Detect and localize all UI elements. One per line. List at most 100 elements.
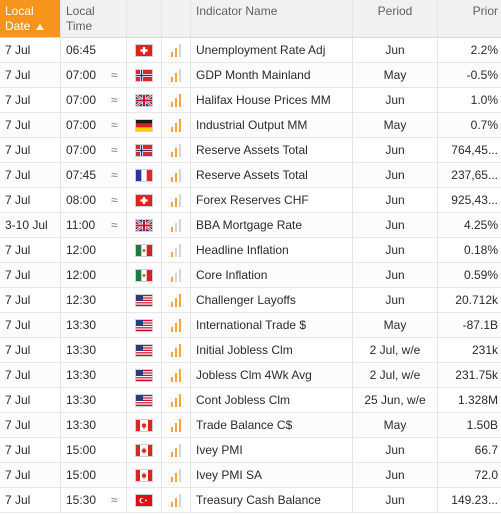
prior-text: 2.2% — [470, 43, 498, 57]
row-time: 13:30 — [61, 388, 127, 412]
table-row[interactable]: 3-10 Jul 11:00 ≈ BBA Mortgage Rate Jun 4.25% — [0, 213, 501, 238]
importance-bars-icon — [171, 68, 181, 82]
sort-local-time-header[interactable]: Local Time — [61, 0, 127, 37]
importance-bar — [175, 348, 177, 357]
table-row[interactable]: 7 Jul 13:30 International Trade $ May -87.1B — [0, 313, 501, 338]
indicator-name-text: Industrial Output MM — [196, 118, 308, 132]
importance-bar — [179, 369, 181, 382]
time-text: 07:00 — [66, 118, 97, 132]
date-text: 7 Jul — [5, 393, 31, 407]
table-row[interactable]: 7 Jul 07:00 ≈ GDP Month Mainland May -0.5% — [0, 63, 501, 88]
date-text: 3-10 Jul — [5, 218, 48, 232]
indicator-name[interactable]: Headline Inflation — [191, 238, 353, 262]
row-prior: 72.0 — [438, 463, 501, 487]
table-row[interactable]: 7 Jul 15:00 Ivey PMI Jun 66.7 — [0, 438, 501, 463]
indicator-name[interactable]: Ivey PMI SA — [191, 463, 353, 487]
importance-bars-icon — [171, 318, 181, 332]
table-row[interactable]: 7 Jul 07:00 ≈ Halifax House Prices MM Jun 1.0… — [0, 88, 501, 113]
table-row[interactable]: 7 Jul 13:30 Jobless Clm 4Wk Avg 2 Jul, w/e 2… — [0, 363, 501, 388]
table-row[interactable]: 7 Jul 15:30 ≈ Treasury Cash Balance Jun 149.2… — [0, 488, 501, 513]
table-body: 7 Jul 06:45 Unemployment Rate Adj Jun 2.2% 7 … — [0, 38, 501, 513]
importance-bar — [171, 77, 173, 82]
indicator-name[interactable]: Challenger Layoffs — [191, 288, 353, 312]
row-period: Jun — [353, 463, 438, 487]
sort-prior-header[interactable]: Prior — [438, 0, 501, 37]
row-country — [127, 263, 162, 287]
importance-bar — [179, 144, 181, 157]
header-name: Indicator Name — [196, 4, 278, 18]
prior-text: 0.18% — [463, 243, 498, 257]
indicator-name[interactable]: Core Inflation — [191, 263, 353, 287]
approx-time-icon: ≈ — [111, 168, 118, 182]
indicator-name[interactable]: BBA Mortgage Rate — [191, 213, 353, 237]
table-row[interactable]: 7 Jul 13:30 Cont Jobless Clm 25 Jun, w/e 1.3… — [0, 388, 501, 413]
row-date: 7 Jul — [0, 388, 61, 412]
indicator-name[interactable]: Unemployment Rate Adj — [191, 38, 353, 62]
economic-calendar-table: Local Date Local Time Indicator Name Per… — [0, 0, 501, 513]
row-date: 7 Jul — [0, 188, 61, 212]
canada-flag-icon — [135, 468, 153, 482]
importance-bar — [179, 394, 181, 407]
table-row[interactable]: 7 Jul 07:45 ≈ Reserve Assets Total Jun 237,65… — [0, 163, 501, 188]
table-row[interactable]: 7 Jul 08:00 ≈ Forex Reserves CHF Jun 925,43..… — [0, 188, 501, 213]
indicator-name-text: Headline Inflation — [196, 243, 289, 257]
table-row[interactable]: 7 Jul 13:30 Initial Jobless Clm 2 Jul, w/e 2… — [0, 338, 501, 363]
table-row[interactable]: 7 Jul 07:00 ≈ Reserve Assets Total Jun 764,45… — [0, 138, 501, 163]
importance-bar — [171, 52, 173, 57]
indicator-name[interactable]: Trade Balance C$ — [191, 413, 353, 437]
indicator-name[interactable]: Cont Jobless Clm — [191, 388, 353, 412]
row-country — [127, 113, 162, 137]
table-row[interactable]: 7 Jul 07:00 ≈ Industrial Output MM May 0.7% — [0, 113, 501, 138]
period-text: Jun — [385, 293, 405, 307]
importance-bar — [179, 219, 181, 232]
time-text: 12:00 — [66, 243, 97, 257]
indicator-name[interactable]: Ivey PMI — [191, 438, 353, 462]
prior-text: -87.1B — [462, 318, 498, 332]
row-date: 7 Jul — [0, 338, 61, 362]
date-text: 7 Jul — [5, 268, 31, 282]
row-importance — [162, 263, 191, 287]
importance-bar — [171, 427, 173, 432]
approx-time-icon: ≈ — [111, 218, 118, 232]
importance-bar — [175, 323, 177, 332]
row-period: Jun — [353, 488, 438, 512]
period-text: Jun — [385, 218, 405, 232]
sort-local-date-header[interactable]: Local Date — [0, 0, 61, 37]
sort-period-header[interactable]: Period — [353, 0, 438, 37]
row-time: 07:45 ≈ — [61, 163, 127, 187]
indicator-name[interactable]: Forex Reserves CHF — [191, 188, 353, 212]
table-row[interactable]: 7 Jul 12:00 Headline Inflation Jun 0.18% — [0, 238, 501, 263]
indicator-name[interactable]: Halifax House Prices MM — [191, 88, 353, 112]
table-row[interactable]: 7 Jul 13:30 Trade Balance C$ May 1.50B — [0, 413, 501, 438]
indicator-name[interactable]: Reserve Assets Total — [191, 163, 353, 187]
importance-bar — [179, 44, 181, 57]
indicator-name[interactable]: Initial Jobless Clm — [191, 338, 353, 362]
row-prior: -0.5% — [438, 63, 501, 87]
indicator-name[interactable]: GDP Month Mainland — [191, 63, 353, 87]
time-text: 08:00 — [66, 193, 97, 207]
row-country — [127, 363, 162, 387]
indicator-name[interactable]: Treasury Cash Balance — [191, 488, 353, 512]
row-time: 15:30 ≈ — [61, 488, 127, 512]
header-period: Period — [377, 4, 413, 18]
sort-indicator-name-header[interactable]: Indicator Name — [191, 0, 353, 37]
row-time: 07:00 ≈ — [61, 138, 127, 162]
indicator-name-text: Halifax House Prices MM — [196, 93, 331, 107]
table-row[interactable]: 7 Jul 12:30 Challenger Layoffs Jun 20.712k — [0, 288, 501, 313]
indicator-name[interactable]: Jobless Clm 4Wk Avg — [191, 363, 353, 387]
indicator-name[interactable]: International Trade $ — [191, 313, 353, 337]
row-country — [127, 488, 162, 512]
indicator-name[interactable]: Reserve Assets Total — [191, 138, 353, 162]
importance-bar — [179, 294, 181, 307]
table-row[interactable]: 7 Jul 15:00 Ivey PMI SA Jun 72.0 — [0, 463, 501, 488]
importance-bar — [171, 377, 173, 382]
row-date: 7 Jul — [0, 488, 61, 512]
importance-bar — [175, 298, 177, 307]
indicator-name[interactable]: Industrial Output MM — [191, 113, 353, 137]
date-text: 7 Jul — [5, 168, 31, 182]
table-row[interactable]: 7 Jul 06:45 Unemployment Rate Adj Jun 2.2% — [0, 38, 501, 63]
period-text: Jun — [385, 143, 405, 157]
table-row[interactable]: 7 Jul 12:00 Core Inflation Jun 0.59% — [0, 263, 501, 288]
importance-bar — [179, 319, 181, 332]
date-text: 7 Jul — [5, 493, 31, 507]
